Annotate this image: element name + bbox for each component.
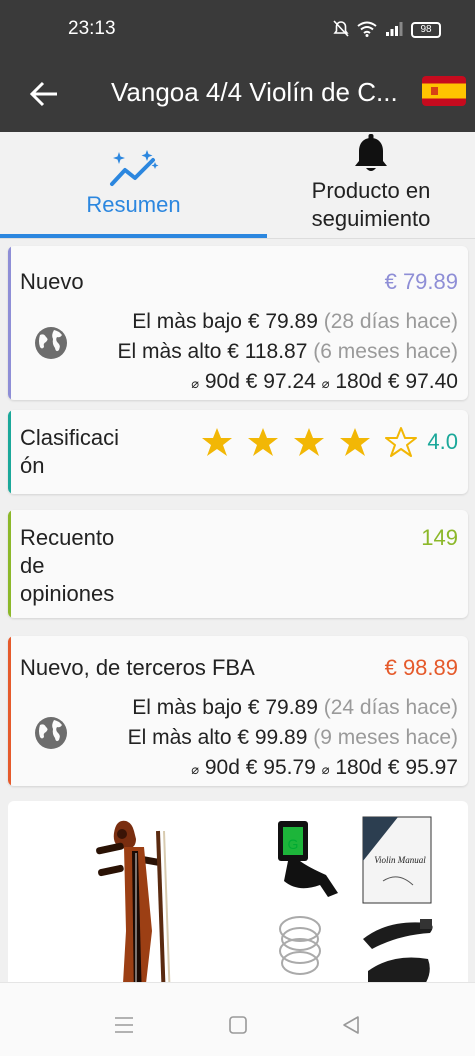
tab-resumen[interactable]: Resumen xyxy=(0,132,267,239)
battery-indicator: 98 xyxy=(411,22,441,38)
lowest-price-row: El màs bajo € 79.89 (24 días hace) xyxy=(132,696,458,720)
triangle-back-icon xyxy=(343,1016,359,1034)
lowest-label: El màs bajo xyxy=(132,696,242,719)
wifi-icon xyxy=(357,21,377,37)
review-count-value: 149 xyxy=(421,525,458,550)
avg-180d-price: € 97.40 xyxy=(387,370,458,393)
tabs-divider xyxy=(0,238,475,239)
avg-180d-label: 180d xyxy=(335,370,383,393)
lowest-price-row: El màs bajo € 79.89 (28 días hace) xyxy=(132,310,458,334)
highest-price: € 99.89 xyxy=(237,726,308,749)
highest-label: El màs alto xyxy=(117,340,222,363)
card-accent xyxy=(8,410,11,494)
review-label-line2: de xyxy=(20,553,45,578)
highest-ago: (6 meses hace) xyxy=(313,340,458,363)
signal-icon xyxy=(386,22,403,36)
status-icons xyxy=(333,20,403,38)
manual-title: Violin Manual xyxy=(374,855,426,865)
average-symbol: ⌀ xyxy=(191,376,200,391)
average-symbol: ⌀ xyxy=(321,762,330,777)
rating-label: Clasificaci ón xyxy=(20,424,119,480)
star-filled-icon xyxy=(340,428,370,456)
review-count-card[interactable]: Recuento de opiniones 149 xyxy=(8,510,468,618)
star-filled-icon xyxy=(202,428,232,456)
price-value: € 98.89 xyxy=(384,655,458,680)
average-symbol: ⌀ xyxy=(191,762,200,777)
average-price-row: ⌀ 90d € 97.24 ⌀ 180d € 97.40 xyxy=(191,370,458,394)
rating-label-line2: ón xyxy=(20,453,45,478)
card-label: Nuevo, de terceros FBA xyxy=(20,655,255,680)
card-accent xyxy=(8,510,11,618)
price-card-new[interactable]: Nuevo € 79.89 El màs bajo € 79.89 (28 dí… xyxy=(8,246,468,400)
tab-producto-seguimiento[interactable]: Producto en seguimiento xyxy=(267,132,475,239)
rating-stars xyxy=(201,426,417,458)
avg-90d-label: 90d xyxy=(204,756,240,779)
star-filled-icon xyxy=(248,428,278,456)
arrow-left-icon xyxy=(29,81,57,107)
recents-button[interactable] xyxy=(104,1005,144,1045)
card-accent xyxy=(8,636,11,786)
system-navigation-bar xyxy=(0,982,475,1056)
lowest-price: € 79.89 xyxy=(247,310,318,333)
globe-icon[interactable] xyxy=(34,716,68,750)
review-count-label: Recuento de opiniones xyxy=(20,524,114,608)
bell-off-icon xyxy=(333,20,349,37)
tuner-letter: G xyxy=(288,836,299,852)
app-bar: Vangoa 4/4 Violín de C... xyxy=(0,60,475,132)
review-label-line3: opiniones xyxy=(20,581,115,606)
average-price-row: ⌀ 90d € 95.79 ⌀ 180d € 95.97 xyxy=(191,756,458,780)
page-title: Vangoa 4/4 Violín de C... xyxy=(111,77,398,107)
tab-seguimiento-label: Producto en seguimiento xyxy=(267,177,475,233)
lowest-ago: (28 días hace) xyxy=(323,310,458,333)
spain-flag-icon[interactable] xyxy=(422,76,466,106)
lowest-price: € 79.89 xyxy=(247,696,318,719)
back-nav-button[interactable] xyxy=(331,1005,371,1045)
price-card-fba[interactable]: Nuevo, de terceros FBA € 98.89 El màs ba… xyxy=(8,636,468,786)
tuner-icon: G xyxy=(278,821,338,897)
card-label: Nuevo xyxy=(20,269,84,294)
tab-resumen-label: Resumen xyxy=(86,192,181,217)
rating-card[interactable]: Clasificaci ón 4.0 xyxy=(8,410,468,494)
product-image[interactable]: G Violin Manual xyxy=(8,801,468,982)
avg-90d-price: € 95.79 xyxy=(245,756,316,779)
review-label-line1: Recuento xyxy=(20,525,115,550)
menu-icon xyxy=(115,1017,133,1033)
home-button[interactable] xyxy=(218,1005,258,1045)
star-empty-icon xyxy=(385,427,417,457)
back-button[interactable] xyxy=(24,74,64,114)
shoulder-rest-icon xyxy=(363,919,433,982)
highest-price-row: El màs alto € 99.89 (9 meses hace) xyxy=(128,726,458,750)
highest-ago: (9 meses hace) xyxy=(313,726,458,749)
average-symbol: ⌀ xyxy=(321,376,330,391)
square-icon xyxy=(229,1016,247,1034)
rating-label-line1: Clasificaci xyxy=(20,425,120,450)
highest-label: El màs alto xyxy=(127,726,232,749)
bell-icon xyxy=(355,134,387,171)
card-accent xyxy=(8,246,11,400)
globe-icon[interactable] xyxy=(34,326,68,360)
highest-price-row: El màs alto € 118.87 (6 meses hace) xyxy=(118,340,458,364)
manual-icon: Violin Manual xyxy=(362,816,432,904)
star-filled-icon xyxy=(294,428,324,456)
tab-seguimiento-label-line2: seguimiento xyxy=(311,206,431,231)
rating-value: 4.0 xyxy=(427,429,458,454)
summary-content[interactable]: Nuevo € 79.89 El màs bajo € 79.89 (28 dí… xyxy=(0,240,475,982)
avg-180d-price: € 95.97 xyxy=(387,756,458,779)
product-illustration: G Violin Manual xyxy=(96,816,433,982)
lowest-label: El màs bajo xyxy=(132,310,242,333)
sparkline-chart-icon xyxy=(109,150,158,186)
tab-seguimiento-label-line1: Producto en xyxy=(311,178,431,203)
avg-90d-price: € 97.24 xyxy=(245,370,316,393)
status-bar: 23:13 98 xyxy=(0,0,475,60)
avg-90d-label: 90d xyxy=(204,370,240,393)
status-time: 23:13 xyxy=(68,18,116,39)
violin-icon xyxy=(96,820,171,982)
tab-bar: Resumen Producto en seguimiento xyxy=(0,132,475,239)
lowest-ago: (24 días hace) xyxy=(323,696,458,719)
highest-price: € 118.87 xyxy=(227,340,308,363)
avg-180d-label: 180d xyxy=(335,756,383,779)
strings-icon xyxy=(279,916,321,975)
price-value: € 79.89 xyxy=(384,269,458,294)
